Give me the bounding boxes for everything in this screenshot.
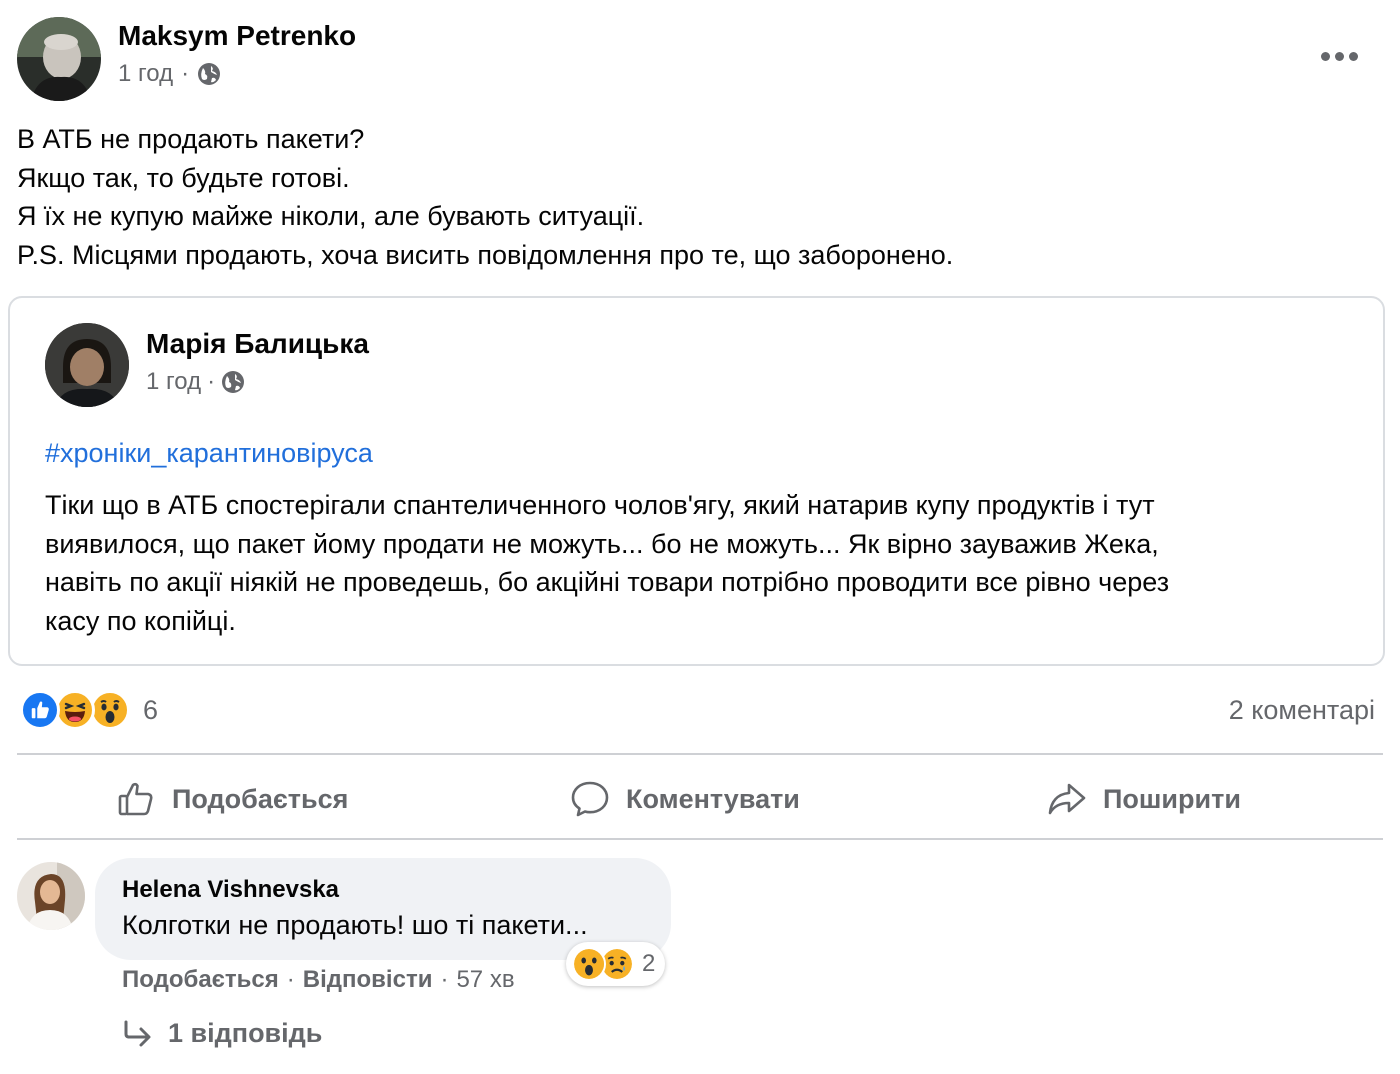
post-text-line: В АТБ не продають пакети? xyxy=(17,124,365,154)
shared-post-meta: 1 год · xyxy=(146,368,245,396)
shared-text-line: навіть по акції ніякій не проведешь, бо … xyxy=(45,567,1170,597)
post-text-line: Я їх не купую майже ніколи, але бувають … xyxy=(17,201,645,231)
separator: · xyxy=(440,966,449,993)
author-name[interactable]: Maksym Petrenko xyxy=(118,20,356,52)
divider xyxy=(17,753,1383,755)
shared-post-text: Тіки що в АТБ спостерігали спантеличенно… xyxy=(45,486,1365,640)
comment-actions: Подобається · Відповісти · 57 хв xyxy=(122,966,515,994)
commenter-avatar[interactable] xyxy=(17,862,85,930)
share-label: Поширити xyxy=(1103,783,1241,814)
shared-post-card[interactable]: Марія Балицька 1 год · #хроніки_карантин… xyxy=(8,296,1385,666)
shared-text-line: виявилося, що пакет йому продати не можу… xyxy=(45,528,1159,559)
post-time[interactable]: 1 год xyxy=(118,60,173,88)
shared-text-line: касу по копійці. xyxy=(45,605,236,636)
view-replies-link[interactable]: 1 відповідь xyxy=(122,1018,322,1049)
replies-count-label: 1 відповідь xyxy=(168,1018,323,1048)
like-button[interactable]: Подобається xyxy=(116,775,348,823)
share-icon xyxy=(1048,783,1086,815)
reactions-count: 6 xyxy=(143,694,159,725)
more-options-icon[interactable] xyxy=(1314,38,1364,74)
hashtag-link[interactable]: #хроніки_карантиновіруса xyxy=(45,438,373,469)
post-text: В АТБ не продають пакети? Якщо так, то б… xyxy=(17,120,953,274)
reply-arrow-icon xyxy=(124,1020,151,1046)
comment-icon xyxy=(571,781,609,817)
comment-reactions[interactable]: 2 xyxy=(566,942,666,986)
like-icon xyxy=(118,782,153,816)
wow-reaction-icon xyxy=(572,947,606,981)
comment-like-link[interactable]: Подобається xyxy=(122,966,279,994)
meta-separator: · xyxy=(207,368,216,395)
shared-text-line: Тіки що в АТБ спостерігали спантеличенно… xyxy=(45,490,1155,520)
wow-reaction-icon xyxy=(90,690,130,730)
shared-author-avatar[interactable] xyxy=(45,323,129,407)
post-text-line: P.S. Місцями продають, хоча висить повід… xyxy=(17,239,954,270)
like-label: Подобається xyxy=(172,783,349,814)
reactions-summary[interactable]: 6 xyxy=(20,690,158,730)
commenter-name[interactable]: Helena Vishnevska xyxy=(122,876,339,904)
post-meta: 1 год · xyxy=(118,60,221,88)
comment-text: Колготки не продають! шо ті пакети... xyxy=(122,910,588,940)
meta-separator: · xyxy=(181,60,190,87)
like-reaction-icon xyxy=(20,690,60,730)
comments-count-link[interactable]: 2 коментарі xyxy=(1229,695,1375,726)
comment-reply-link[interactable]: Відповісти xyxy=(303,966,433,994)
separator: · xyxy=(286,966,295,993)
haha-reaction-icon xyxy=(55,690,95,730)
post-text-line: Якщо так, то будьте готові. xyxy=(17,162,350,193)
divider xyxy=(17,838,1383,840)
shared-post-time[interactable]: 1 год xyxy=(146,368,201,396)
globe-icon[interactable] xyxy=(197,62,221,86)
comment-time[interactable]: 57 хв xyxy=(456,966,514,994)
comment-button[interactable]: Коментувати xyxy=(570,775,800,823)
globe-icon[interactable] xyxy=(221,370,245,394)
facebook-post: Maksym Petrenko 1 год · В АТБ не продают… xyxy=(0,0,1400,1074)
author-avatar[interactable] xyxy=(17,17,101,101)
shared-author-name[interactable]: Марія Балицька xyxy=(146,328,369,360)
share-button[interactable]: Поширити xyxy=(1047,775,1241,823)
comment-label: Коментувати xyxy=(626,783,800,814)
comment-reactions-count: 2 xyxy=(642,950,656,977)
